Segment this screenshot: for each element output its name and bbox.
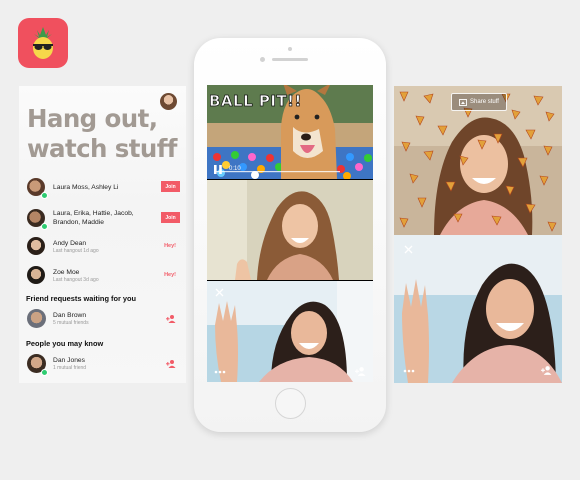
add-friend-icon[interactable] (166, 314, 176, 324)
share-stuff-button[interactable]: Share stuff (451, 93, 507, 111)
hero-title: Hang out, watch stuff (27, 104, 186, 164)
close-button[interactable] (404, 245, 413, 254)
pineapple-sunglasses-icon (33, 27, 53, 59)
phone-sensor (288, 47, 292, 51)
list-item[interactable]: Zoe Moe Last hangout 3d ago Hey! (19, 263, 186, 292)
hangout-name: Laura Moss, Ashley Li (53, 184, 119, 191)
share-stuff-label: Share stuff (470, 99, 499, 105)
hangout-list: Laura Moss, Ashley Li Join Laura, Erika,… (19, 175, 186, 292)
join-button[interactable]: Join (161, 212, 180, 223)
suggestion-item[interactable]: Dan Jones 1 mutual friend (19, 351, 186, 380)
add-friend-button[interactable] (541, 365, 552, 376)
app-icon (18, 18, 68, 68)
list-item[interactable]: Laura Moss, Ashley Li Join (19, 175, 186, 204)
participant-video-tile[interactable] (207, 281, 373, 382)
more-icon (214, 370, 226, 374)
pause-button[interactable] (214, 165, 223, 174)
phone-speaker (272, 58, 308, 61)
hero-title-line2: watch stuff (27, 134, 177, 163)
close-button[interactable] (215, 288, 224, 297)
participant-video-tile[interactable]: Share stuff (394, 86, 562, 235)
suggestion-name: Dan Jones (53, 357, 85, 364)
add-friend-button[interactable] (355, 366, 366, 377)
people-you-may-know-title: People you may know (26, 339, 104, 348)
share-screen-icon (459, 98, 467, 106)
online-indicator (41, 192, 48, 199)
friend-requests-title: Friend requests waiting for you (26, 294, 137, 303)
participant-video (394, 235, 562, 383)
home-button[interactable] (275, 388, 306, 419)
phone-screen: BALL PIT!! 0:10 (207, 85, 373, 382)
shared-video-tile[interactable]: BALL PIT!! 0:10 (207, 85, 373, 179)
more-button[interactable] (214, 369, 226, 375)
more-button[interactable] (403, 368, 415, 374)
hey-button[interactable]: Hey! (164, 272, 176, 278)
hey-button[interactable]: Hey! (164, 243, 176, 249)
hangout-name: Laura, Erika, Hattie, Jacob, Brandon, Ma… (53, 210, 134, 226)
join-button[interactable]: Join (161, 181, 180, 192)
add-friend-icon[interactable] (166, 359, 176, 369)
video-caption: BALL PIT!! (209, 92, 302, 111)
mutual-friends-text: 5 mutual friends (53, 320, 89, 326)
add-friend-icon (541, 366, 552, 375)
avatar (27, 309, 46, 328)
hangout-name: Zoe Moe (53, 269, 80, 276)
hangout-name: Andy Dean (53, 240, 87, 247)
avatar (27, 237, 45, 255)
more-icon (403, 369, 415, 373)
pause-icon (214, 165, 222, 174)
online-indicator (41, 223, 48, 230)
list-item[interactable]: Laura, Erika, Hattie, Jacob, Brandon, Ma… (19, 204, 186, 234)
list-item[interactable]: Andy Dean Last hangout 1d ago Hey! (19, 234, 186, 263)
video-time: 0:10 (229, 166, 241, 172)
participant-video (207, 281, 373, 382)
phone-camera (260, 57, 265, 62)
last-hangout-text: Last hangout 1d ago (53, 248, 99, 254)
mutual-friends-text: 1 mutual friend (53, 365, 87, 371)
friend-request-name: Dan Brown (53, 312, 87, 319)
video-call-panel: Share stuff (394, 86, 562, 383)
friend-request-item[interactable]: Dan Brown 5 mutual friends (19, 306, 186, 335)
participant-video (207, 180, 373, 280)
last-hangout-text: Last hangout 3d ago (53, 277, 99, 283)
close-icon (215, 288, 224, 297)
phone-mockup: BALL PIT!! 0:10 (194, 38, 386, 432)
avatar (27, 266, 45, 284)
participant-video-tile[interactable] (207, 180, 373, 280)
close-icon (404, 245, 413, 254)
hero-title-line1: Hang out, (27, 104, 158, 133)
friends-panel: Hang out, watch stuff Laura Moss, Ashley… (19, 86, 186, 383)
participant-video-tile[interactable] (394, 235, 562, 383)
add-friend-icon (355, 367, 366, 376)
online-indicator (41, 369, 48, 376)
